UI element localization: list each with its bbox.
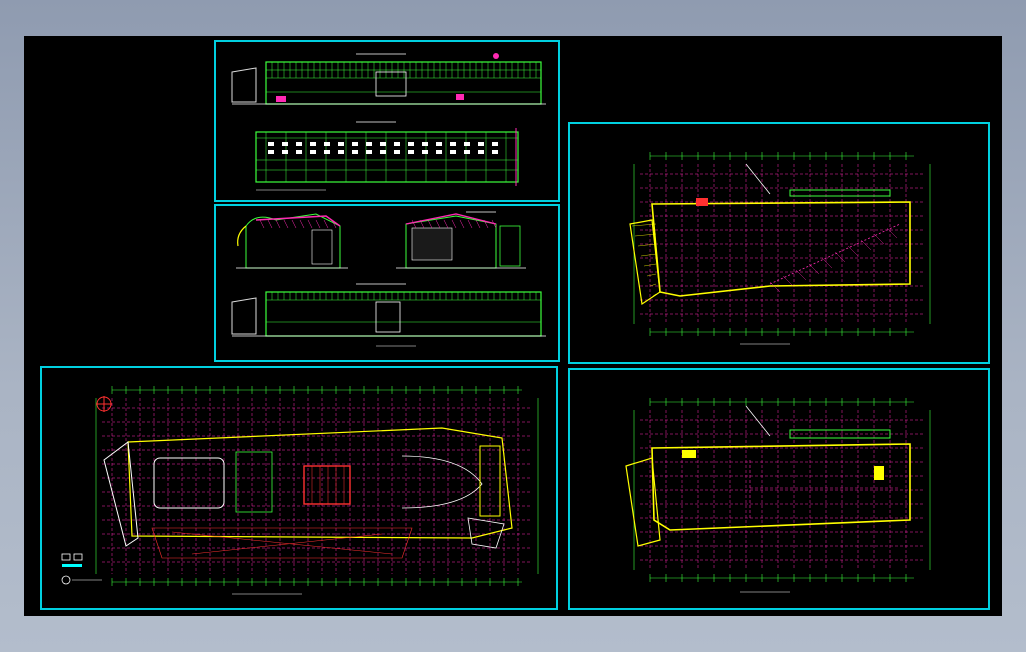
sheet-plan-roof[interactable] bbox=[568, 368, 990, 610]
elevation-drawing bbox=[231, 53, 546, 191]
section-a bbox=[236, 213, 348, 269]
plan-ground-drawing bbox=[61, 386, 539, 595]
sheet-elevations-1[interactable] bbox=[214, 40, 560, 202]
plan-roof-drawing bbox=[625, 398, 931, 593]
section-b bbox=[396, 211, 526, 269]
rear-elevation bbox=[231, 283, 546, 347]
sheet-plan-ground[interactable] bbox=[40, 366, 558, 610]
north-arrow-icon bbox=[96, 396, 112, 412]
sheet-sections[interactable] bbox=[214, 204, 560, 362]
drawing-canvas[interactable] bbox=[24, 36, 1002, 616]
section-drawing bbox=[231, 211, 546, 347]
side-elevation bbox=[255, 121, 519, 191]
sheet-plan-upper[interactable] bbox=[568, 122, 990, 364]
cad-viewer-window bbox=[0, 0, 1026, 652]
front-elevation bbox=[231, 53, 546, 105]
plan-upper-drawing bbox=[629, 152, 931, 345]
